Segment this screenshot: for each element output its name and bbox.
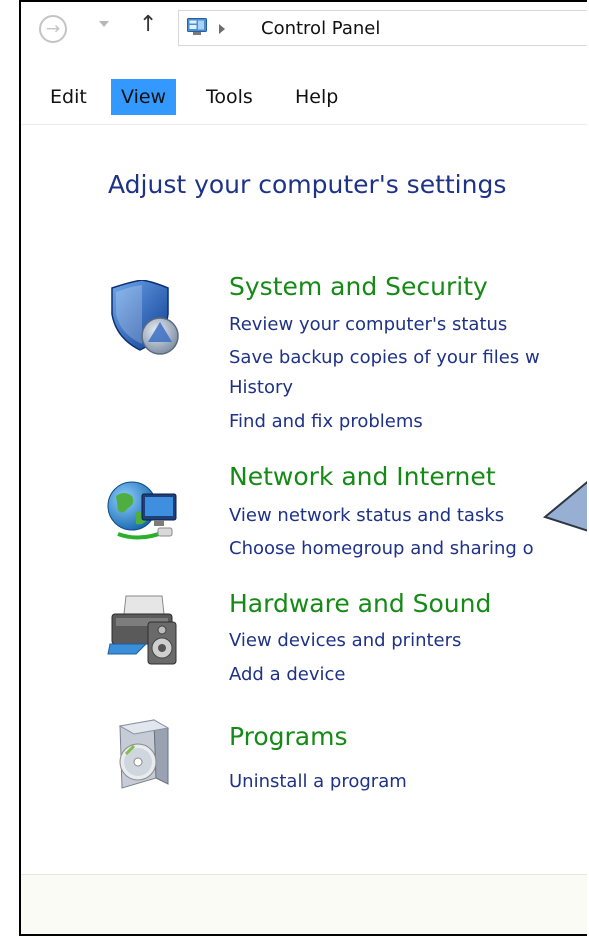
link-choose-homegroup[interactable]: Choose homegroup and sharing o <box>229 538 534 559</box>
printer-speaker-icon <box>107 595 177 665</box>
category-title-system-security[interactable]: System and Security <box>229 272 488 301</box>
control-panel-window: → ↑ Control Panel Edit View Tools Help A… <box>19 0 587 936</box>
address-bar: → ↑ Control Panel <box>21 2 587 58</box>
link-history[interactable]: History <box>229 377 293 398</box>
category-title-hardware-sound[interactable]: Hardware and Sound <box>229 589 491 618</box>
details-pane <box>21 874 587 934</box>
category-title-programs[interactable]: Programs <box>229 722 348 751</box>
breadcrumb-separator-icon <box>219 24 225 34</box>
link-uninstall-program[interactable]: Uninstall a program <box>229 771 407 792</box>
menu-tools[interactable]: Tools <box>196 79 263 115</box>
globe-network-icon <box>107 481 177 540</box>
link-review-computer-status[interactable]: Review your computer's status <box>229 314 507 335</box>
address-field[interactable]: Control Panel <box>178 10 587 46</box>
link-view-network-status[interactable]: View network status and tasks <box>229 505 504 526</box>
programs-disc-icon <box>118 719 170 789</box>
menu-edit[interactable]: Edit <box>40 79 97 115</box>
link-view-devices-printers[interactable]: View devices and printers <box>229 630 461 651</box>
control-panel-icon <box>187 18 207 35</box>
breadcrumb-control-panel[interactable]: Control Panel <box>261 18 380 39</box>
back-arrow-circle-icon[interactable]: → <box>39 15 67 43</box>
callout-pointer-icon <box>542 480 587 532</box>
page-title: Adjust your computer's settings <box>108 170 507 199</box>
menu-view[interactable]: View <box>111 79 177 115</box>
menu-help[interactable]: Help <box>285 79 348 115</box>
link-find-fix-problems[interactable]: Find and fix problems <box>229 411 423 432</box>
up-arrow-icon[interactable]: ↑ <box>139 12 157 37</box>
menu-bar: Edit View Tools Help <box>21 76 587 125</box>
shield-icon <box>111 280 179 355</box>
link-save-backup-copies[interactable]: Save backup copies of your files w <box>229 347 540 368</box>
dropdown-arrow-icon[interactable] <box>99 21 109 27</box>
link-add-device[interactable]: Add a device <box>229 664 345 685</box>
category-title-network-internet[interactable]: Network and Internet <box>229 462 496 491</box>
